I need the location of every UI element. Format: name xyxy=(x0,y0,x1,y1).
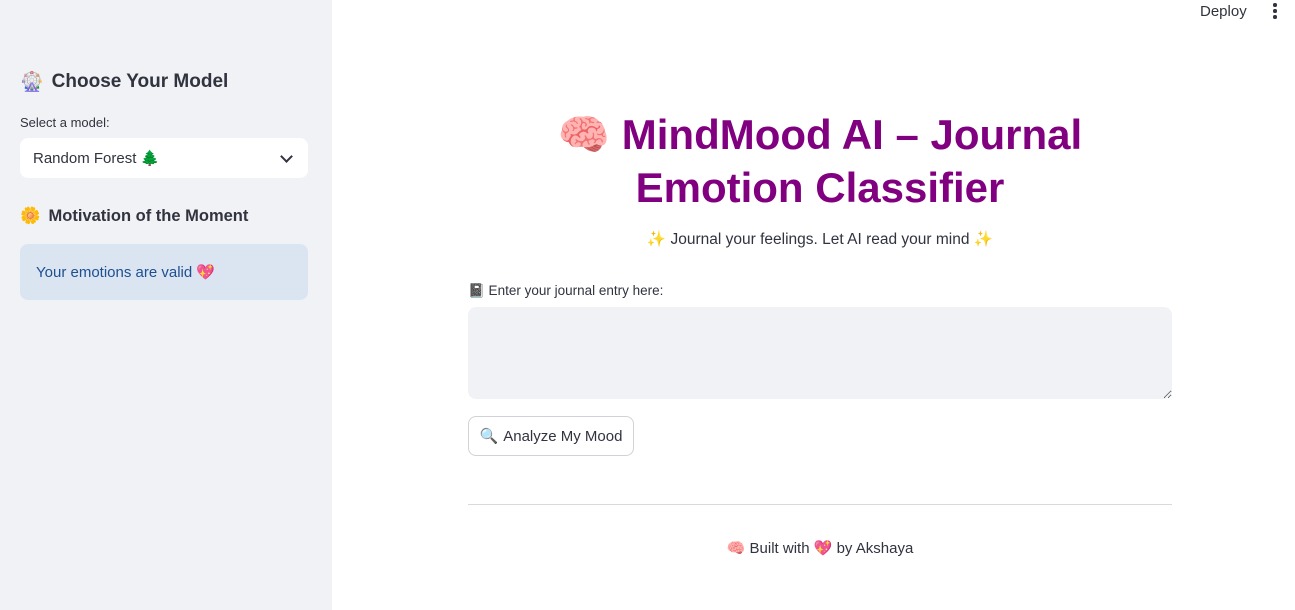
magnifier-icon: 🔍 xyxy=(479,427,499,445)
motivation-info-box: Your emotions are valid 💖 xyxy=(20,244,308,300)
motivation-text: Your emotions are valid 💖 xyxy=(36,264,216,281)
page-subtitle: ✨ Journal your feelings. Let AI read you… xyxy=(646,231,994,248)
model-select-value: Random Forest 🌲 xyxy=(33,150,160,167)
choose-model-heading-text: Choose Your Model xyxy=(51,70,229,92)
select-model-label: Select a model: xyxy=(20,115,110,130)
chevron-down-icon xyxy=(280,149,293,163)
footer-credit: 🧠 Built with 💖 by Akshaya xyxy=(726,540,914,557)
flower-icon: 🌼 xyxy=(20,206,41,225)
deploy-button[interactable]: Deploy xyxy=(1192,0,1255,22)
sidebar: 🎡 Choose Your Model Select a model: Rand… xyxy=(0,0,332,610)
model-select[interactable]: Random Forest 🌲 xyxy=(20,138,308,178)
journal-entry-label: 📓 Enter your journal entry here: xyxy=(468,283,664,298)
kebab-menu-icon[interactable] xyxy=(1266,2,1284,20)
choose-model-heading: 🎡 Choose Your Model xyxy=(20,70,229,94)
analyze-mood-button[interactable]: 🔍 Analyze My Mood xyxy=(468,416,634,456)
analyze-mood-label: Analyze My Mood xyxy=(503,427,623,445)
motivation-heading-text: Motivation of the Moment xyxy=(48,206,249,225)
journal-entry-input[interactable] xyxy=(468,307,1172,399)
divider xyxy=(468,504,1172,505)
page-title: 🧠 MindMood AI – Journal Emotion Classifi… xyxy=(557,111,1083,211)
motivation-heading: 🌼 Motivation of the Moment xyxy=(20,206,248,226)
ferris-wheel-icon: 🎡 xyxy=(20,71,44,93)
